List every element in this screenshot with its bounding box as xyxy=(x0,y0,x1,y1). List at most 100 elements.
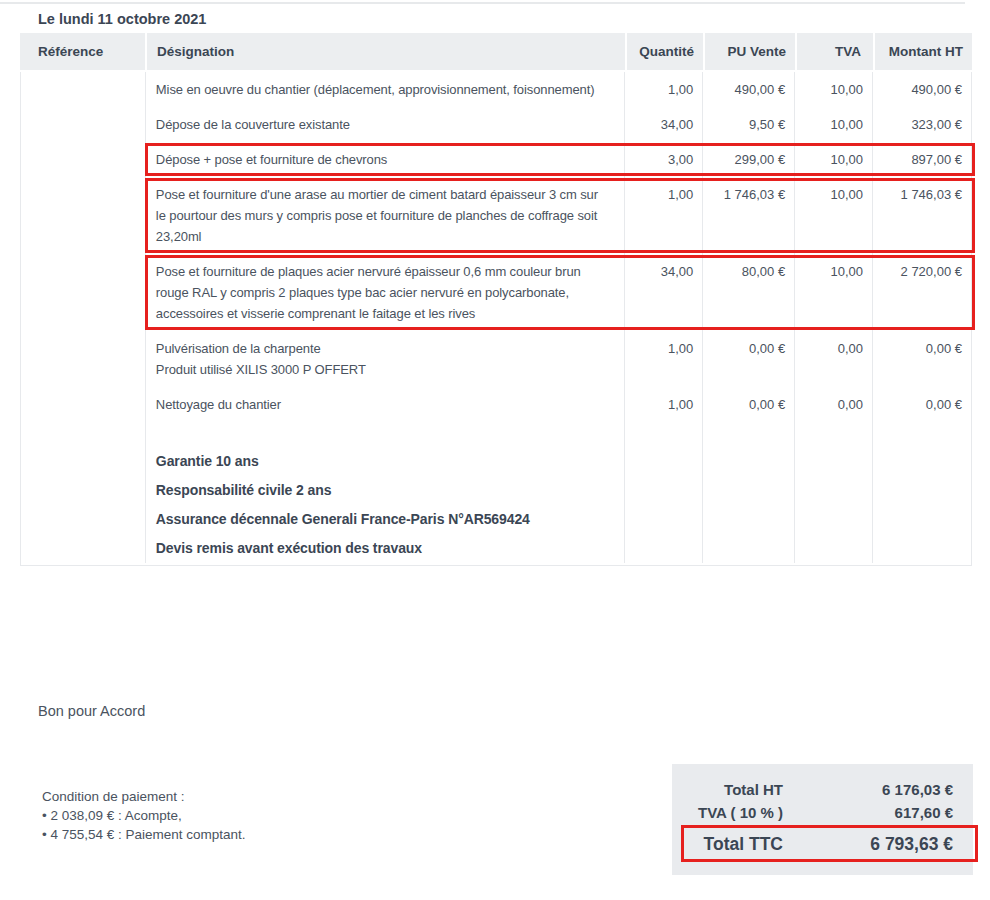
header-designation: Désignation xyxy=(145,33,625,70)
cell-quantity xyxy=(624,534,702,563)
note-text: Garantie 10 ans xyxy=(145,447,624,476)
cell-amount-ht xyxy=(872,476,971,505)
table-body: Mise en oeuvre du chantier (déplacement,… xyxy=(20,72,972,566)
table-row-highlighted: Pose et fourniture de plaques acier nerv… xyxy=(21,254,971,331)
cell-designation: Nettoyage du chantier xyxy=(145,387,624,422)
cell-reference xyxy=(21,476,145,505)
cell-unit-price xyxy=(702,447,794,476)
cell-quantity: 1,00 xyxy=(624,331,702,387)
cell-quantity xyxy=(624,505,702,534)
total-row: TVA ( 10 % )617,60 € xyxy=(672,801,973,824)
table-row: Nettoyage du chantier1,000,00 €0,000,00 … xyxy=(21,387,971,422)
cell-tva xyxy=(794,476,872,505)
cell-quantity: 34,00 xyxy=(624,107,702,142)
cell-tva xyxy=(794,505,872,534)
cell-reference xyxy=(21,177,145,254)
cell-unit-price: 299,00 € xyxy=(702,142,794,177)
header-quantity: Quantité xyxy=(625,33,703,70)
cell-unit-price: 80,00 € xyxy=(702,254,794,331)
document-date: Le lundi 11 octobre 2021 xyxy=(38,11,206,27)
cell-unit-price: 1 746,03 € xyxy=(702,177,794,254)
cell-tva: 0,00 xyxy=(794,331,872,387)
table-note-row: Responsabilité civile 2 ans xyxy=(21,476,971,505)
cell-designation: Pose et fourniture de plaques acier nerv… xyxy=(145,254,624,331)
cell-unit-price xyxy=(702,476,794,505)
cell-amount-ht xyxy=(872,447,971,476)
cell-tva: 10,00 xyxy=(794,177,872,254)
cell-reference xyxy=(21,447,145,476)
cell-quantity: 3,00 xyxy=(624,142,702,177)
header-unit-price: PU Vente xyxy=(703,33,795,70)
cell-reference xyxy=(21,387,145,422)
table-row-highlighted: Dépose + pose et fourniture de chevrons3… xyxy=(21,142,971,177)
cell-unit-price: 9,50 € xyxy=(702,107,794,142)
cell-designation: Pose et fourniture d'une arase au mortie… xyxy=(145,177,624,254)
note-text: Responsabilité civile 2 ans xyxy=(145,476,624,505)
cell-empty xyxy=(794,422,872,447)
table-row: Pulvérisation de la charpente Produit ut… xyxy=(21,331,971,387)
cell-amount-ht: 0,00 € xyxy=(872,387,971,422)
cell-designation: Dépose + pose et fourniture de chevrons xyxy=(145,142,624,177)
payment-title: Condition de paiement : xyxy=(42,787,246,806)
payment-item: • 2 038,09 € : Acompte, xyxy=(42,806,246,825)
cell-quantity xyxy=(624,476,702,505)
table-note-row: Assurance décennale Generali France-Pari… xyxy=(21,505,971,534)
cell-empty xyxy=(21,422,145,447)
cell-unit-price: 490,00 € xyxy=(702,72,794,107)
total-label: Total TTC xyxy=(672,834,783,855)
cell-amount-ht: 1 746,03 € xyxy=(872,177,971,254)
cell-designation: Pulvérisation de la charpente Produit ut… xyxy=(145,331,624,387)
cell-quantity: 1,00 xyxy=(624,177,702,254)
cell-tva xyxy=(794,447,872,476)
header-tva: TVA xyxy=(795,33,873,70)
cell-quantity: 34,00 xyxy=(624,254,702,331)
table-note-row: Devis remis avant exécution des travaux xyxy=(21,534,971,563)
table-header: Référence Désignation Quantité PU Vente … xyxy=(20,33,972,70)
cell-reference xyxy=(21,331,145,387)
cell-amount-ht: 897,00 € xyxy=(872,142,971,177)
cell-unit-price xyxy=(702,505,794,534)
quote-document: Le lundi 11 octobre 2021 Référence Désig… xyxy=(0,0,990,900)
total-value: 617,60 € xyxy=(783,804,973,821)
cell-reference xyxy=(21,254,145,331)
note-text: Devis remis avant exécution des travaux xyxy=(145,534,624,563)
payment-conditions: Condition de paiement : • 2 038,09 € : A… xyxy=(42,787,246,844)
items-table: Référence Désignation Quantité PU Vente … xyxy=(20,33,972,566)
cell-empty xyxy=(702,422,794,447)
totals-panel: Total HT6 176,03 €TVA ( 10 % )617,60 €To… xyxy=(672,764,973,875)
cell-unit-price: 0,00 € xyxy=(702,331,794,387)
total-label: Total HT xyxy=(672,781,783,798)
table-row: Mise en oeuvre du chantier (déplacement,… xyxy=(21,72,971,107)
table-row-spacer xyxy=(21,422,971,447)
total-label: TVA ( 10 % ) xyxy=(672,804,783,821)
cell-quantity: 1,00 xyxy=(624,72,702,107)
cell-tva: 10,00 xyxy=(794,107,872,142)
cell-amount-ht: 2 720,00 € xyxy=(872,254,971,331)
cell-quantity xyxy=(624,447,702,476)
cell-empty xyxy=(624,422,702,447)
cell-unit-price xyxy=(702,534,794,563)
cell-reference xyxy=(21,142,145,177)
cell-designation: Dépose de la couverture existante xyxy=(145,107,624,142)
header-reference: Référence xyxy=(20,33,145,70)
cell-reference xyxy=(21,72,145,107)
cell-amount-ht: 323,00 € xyxy=(872,107,971,142)
cell-amount-ht: 0,00 € xyxy=(872,331,971,387)
cell-empty xyxy=(145,422,625,447)
table-note-row: Garantie 10 ans xyxy=(21,447,971,476)
cell-quantity: 1,00 xyxy=(624,387,702,422)
table-row: Dépose de la couverture existante34,009,… xyxy=(21,107,971,142)
top-divider xyxy=(0,2,965,4)
cell-reference xyxy=(21,505,145,534)
cell-amount-ht xyxy=(872,534,971,563)
cell-reference xyxy=(21,534,145,563)
total-value: 6 176,03 € xyxy=(783,781,973,798)
cell-designation: Mise en oeuvre du chantier (déplacement,… xyxy=(145,72,624,107)
cell-tva: 10,00 xyxy=(794,142,872,177)
cell-unit-price: 0,00 € xyxy=(702,387,794,422)
cell-amount-ht xyxy=(872,505,971,534)
table-row-highlighted: Pose et fourniture d'une arase au mortie… xyxy=(21,177,971,254)
signature-label: Bon pour Accord xyxy=(38,703,145,719)
cell-amount-ht: 490,00 € xyxy=(872,72,971,107)
cell-tva xyxy=(794,534,872,563)
